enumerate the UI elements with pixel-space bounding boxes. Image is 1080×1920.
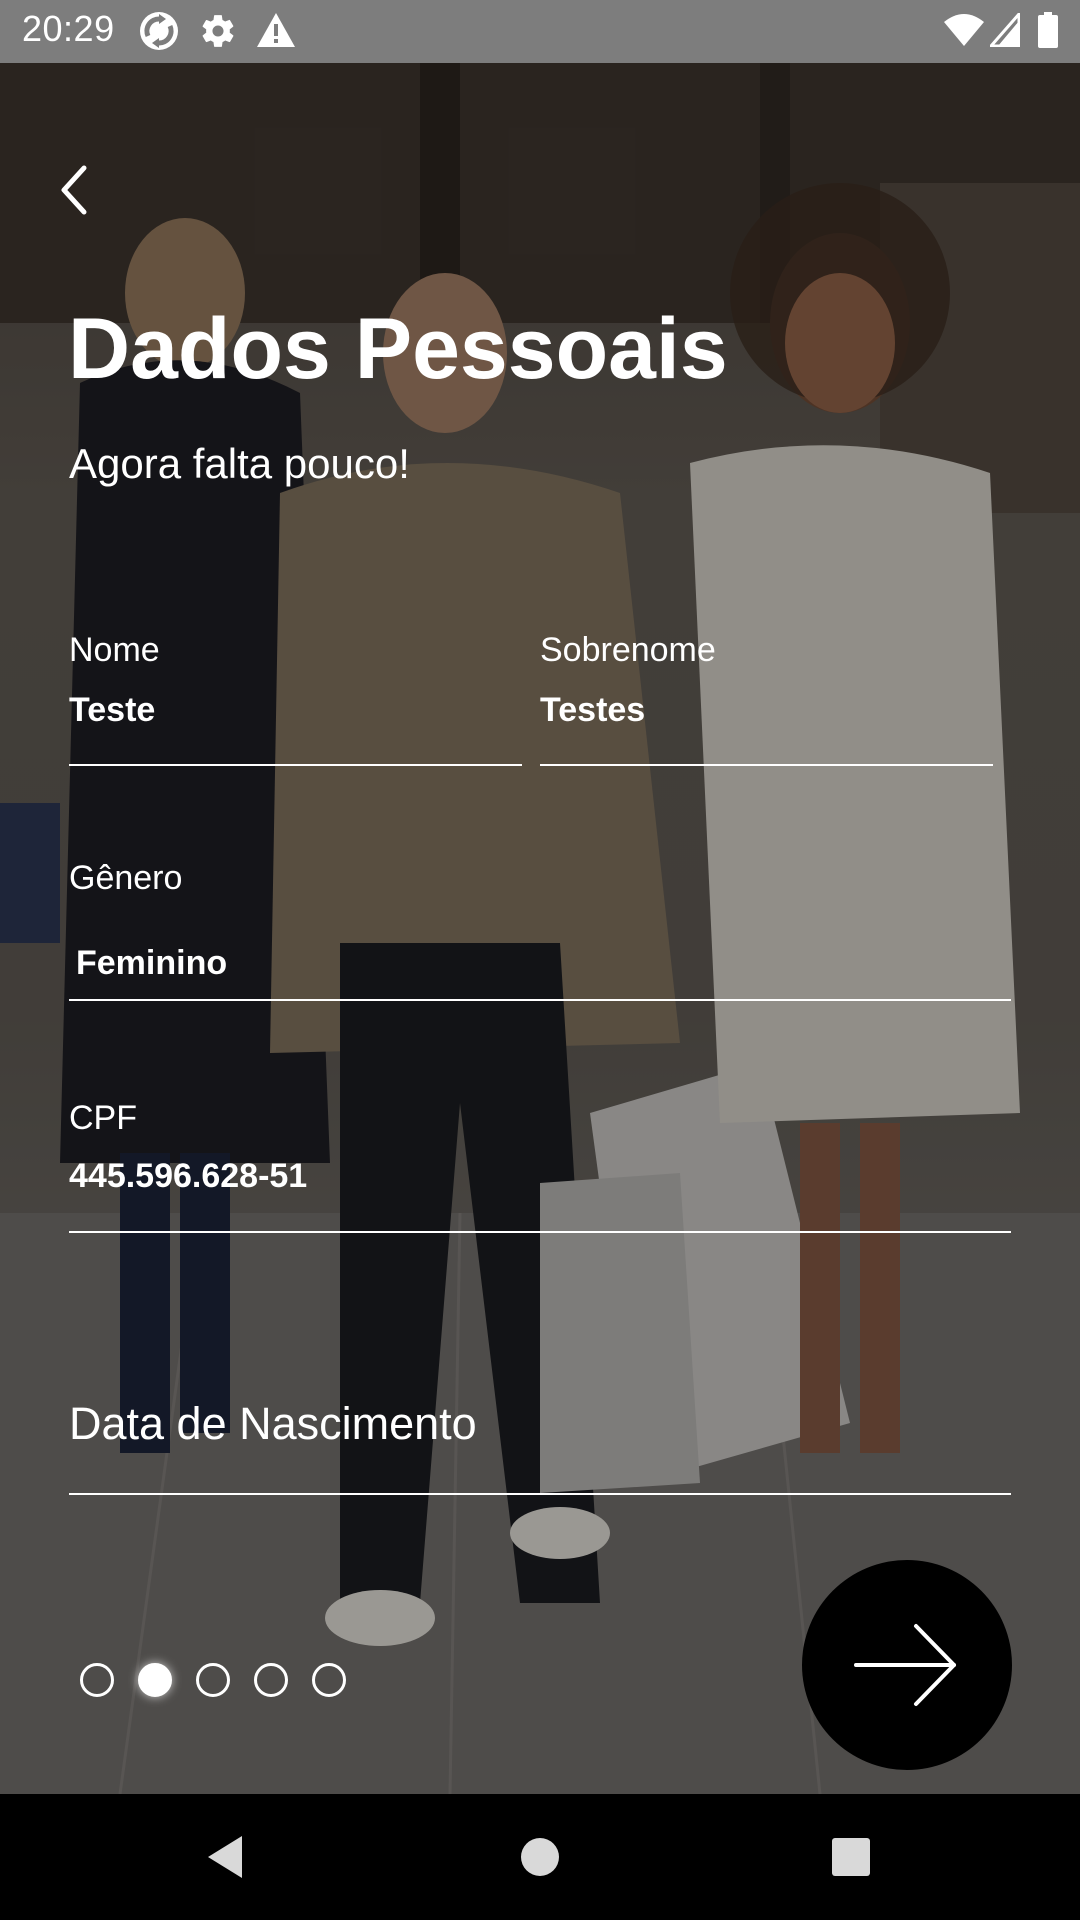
wifi-icon — [944, 14, 984, 46]
next-button[interactable] — [802, 1560, 1012, 1770]
chevron-left-icon[interactable] — [52, 160, 102, 220]
sync-icon — [140, 12, 178, 50]
first-name-value: Teste — [69, 691, 156, 729]
status-bar: 20:29 — [0, 0, 1080, 63]
page-title: Dados Pessoais — [68, 301, 728, 397]
page-dot — [196, 1663, 230, 1697]
gender-value: Feminino — [76, 944, 228, 982]
arrow-right-icon — [854, 1624, 956, 1706]
first-name-underline — [69, 764, 522, 766]
gender-underline — [69, 999, 1011, 1001]
cell-signal-icon — [990, 13, 1020, 47]
page-subtitle: Agora falta pouco! — [69, 440, 410, 487]
settings-gear-icon — [202, 15, 234, 47]
cpf-label: CPF — [69, 1099, 137, 1137]
birth-date-placeholder: Data de Nascimento — [69, 1398, 477, 1449]
status-time: 20:29 — [22, 8, 115, 49]
page-dot — [80, 1663, 114, 1697]
page-dot — [254, 1663, 288, 1697]
birth-date-underline — [69, 1493, 1011, 1495]
gender-select[interactable]: Feminino — [69, 920, 1011, 1002]
last-name-field[interactable]: Sobrenome Testes — [540, 620, 993, 768]
battery-icon — [1038, 12, 1058, 48]
cpf-value: 445.596.628-51 — [69, 1157, 308, 1195]
cpf-underline — [69, 1231, 1011, 1233]
warning-icon — [257, 13, 295, 47]
first-name-field[interactable]: Nome Teste — [69, 620, 522, 768]
page-dot-active — [138, 1663, 172, 1697]
nav-recents-icon[interactable] — [818, 1824, 884, 1890]
navigation-bar — [0, 1794, 1080, 1920]
screen: 20:29 Dados Pessoais Agora falta pouco! … — [0, 0, 1080, 1920]
page-indicator — [80, 1663, 346, 1697]
cpf-field[interactable]: CPF 445.596.628-51 — [69, 1090, 1011, 1234]
birth-date-field[interactable]: Data de Nascimento — [69, 1380, 1011, 1496]
last-name-value: Testes — [540, 691, 646, 729]
gender-label: Gênero — [69, 859, 183, 897]
nav-home-icon[interactable] — [507, 1824, 573, 1890]
last-name-underline — [540, 764, 993, 766]
first-name-label: Nome — [69, 631, 160, 669]
nav-back-icon[interactable] — [200, 1824, 266, 1890]
page-dot — [312, 1663, 346, 1697]
last-name-label: Sobrenome — [540, 631, 716, 669]
